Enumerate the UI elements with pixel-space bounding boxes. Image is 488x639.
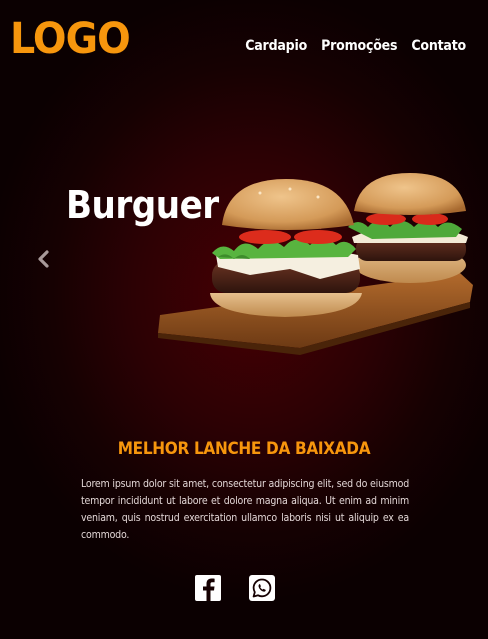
facebook-icon[interactable] <box>195 575 221 601</box>
section-title: MELHOR LANCHE DA BAIXADA <box>117 439 371 459</box>
nav-link-contato[interactable]: Contato <box>411 38 466 54</box>
nav-link-promocoes[interactable]: Promoções <box>321 38 397 54</box>
social-links <box>195 575 275 601</box>
section-description: Lorem ipsum dolor sit amet, consectetur … <box>81 478 409 541</box>
whatsapp-icon[interactable] <box>249 575 275 601</box>
nav-link-cardapio[interactable]: Cardapio <box>245 38 307 54</box>
logo[interactable]: LOGO <box>10 18 131 61</box>
burger-image <box>158 173 473 355</box>
chevron-left-icon[interactable] <box>34 248 54 270</box>
main-nav: Cardapio Promoções Contato <box>245 38 466 54</box>
